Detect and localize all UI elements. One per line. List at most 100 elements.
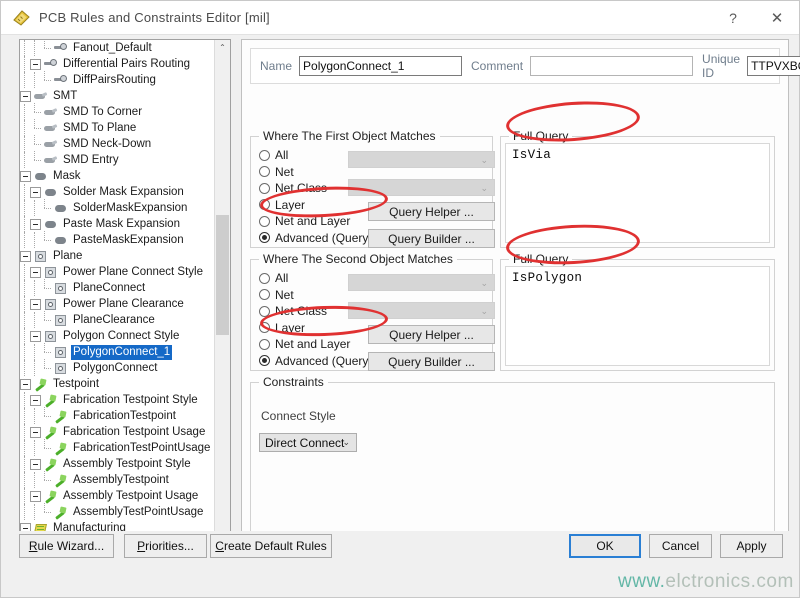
second-query-builder-button[interactable]: Query Builder ... (368, 352, 495, 371)
tree-expander-collapse-icon[interactable] (20, 248, 33, 264)
tree-expander-collapse-icon[interactable] (30, 296, 43, 312)
radio-label: Layer (275, 198, 305, 212)
tree-item-testpoint[interactable]: Testpoint (20, 376, 215, 392)
tree-indent-guide (20, 296, 30, 312)
tree-item-soldermaskexpansion[interactable]: SolderMaskExpansion (20, 200, 215, 216)
first-object-netclass-combo[interactable]: ⌄ (348, 179, 495, 196)
tree-expander-collapse-icon[interactable] (30, 424, 43, 440)
tree-expander-collapse-icon[interactable] (20, 168, 33, 184)
tree-expander-collapse-icon[interactable] (20, 376, 33, 392)
tree-item-smd-neck-down[interactable]: SMD Neck-Down (20, 136, 215, 152)
testpoint-icon (53, 474, 68, 487)
tree-expander-collapse-icon[interactable] (30, 216, 43, 232)
second-object-radio-advanced-query[interactable]: Advanced (Query) (259, 353, 372, 370)
tree-indent-guide (20, 504, 30, 520)
connect-style-value: Direct Connect (265, 436, 344, 450)
tree-item-assembly-testpoint-style[interactable]: Assembly Testpoint Style (20, 456, 215, 472)
tree-item-planeclearance[interactable]: PlaneClearance (20, 312, 215, 328)
first-object-net-combo[interactable]: ⌄ (348, 151, 495, 168)
tree-item-polygonconnect-1[interactable]: PolygonConnect_1 (20, 344, 215, 360)
tree-indent-guide (20, 200, 30, 216)
tree-item-assemblytestpoint[interactable]: AssemblyTestpoint (20, 472, 215, 488)
radio-dot-icon (259, 289, 270, 300)
tree-item-fabricationtestpointusage[interactable]: FabricationTestPointUsage (20, 440, 215, 456)
tree-item-plane[interactable]: Plane (20, 248, 215, 264)
constraints-legend: Constraints (259, 375, 328, 389)
first-object-radio-advanced-query[interactable]: Advanced (Query) (259, 230, 372, 247)
first-object-radio-layer[interactable]: Layer (259, 197, 372, 214)
tree-item-differential-pairs-routing[interactable]: Differential Pairs Routing (20, 56, 215, 72)
connect-style-select[interactable]: Direct Connect ⌄ (259, 433, 357, 452)
tree-item-fabrication-testpoint-usage[interactable]: Fabrication Testpoint Usage (20, 424, 215, 440)
tree-item-pastemaskexpansion[interactable]: PasteMaskExpansion (20, 232, 215, 248)
tree-indent-guide (20, 488, 30, 504)
ruler-icon (13, 10, 31, 26)
tree-item-smd-entry[interactable]: SMD Entry (20, 152, 215, 168)
tree-indent-guide (20, 440, 30, 456)
second-full-query-box[interactable]: IsPolygon (505, 266, 770, 366)
second-object-radio-layer[interactable]: Layer (259, 320, 372, 337)
tree-item-smt[interactable]: SMT (20, 88, 215, 104)
tree-item-smd-to-plane[interactable]: SMD To Plane (20, 120, 215, 136)
unique-id-input[interactable] (747, 56, 800, 76)
tree-expander-collapse-icon[interactable] (30, 184, 43, 200)
tree-expander-collapse-icon[interactable] (30, 264, 43, 280)
apply-button[interactable]: Apply (720, 534, 783, 558)
rules-tree[interactable]: Fanout_DefaultDifferential Pairs Routing… (20, 40, 215, 562)
tree-item-polygon-connect-style[interactable]: Polygon Connect Style (20, 328, 215, 344)
priorities-button[interactable]: Priorities... (124, 534, 207, 558)
tree-item-label: Polygon Connect Style (61, 329, 181, 344)
tree-item-label: SMT (51, 89, 79, 104)
first-object-radio-net-and-layer[interactable]: Net and Layer (259, 213, 372, 230)
first-full-query-box[interactable]: IsVia (505, 143, 770, 243)
tree-elbow-connector (40, 440, 53, 456)
tree-item-assembly-testpoint-usage[interactable]: Assembly Testpoint Usage (20, 488, 215, 504)
tree-item-solder-mask-expansion[interactable]: Solder Mask Expansion (20, 184, 215, 200)
create-default-rules-button[interactable]: Create Default Rules (210, 534, 332, 558)
tree-expander-collapse-icon[interactable] (30, 392, 43, 408)
close-button[interactable]: ✕ (755, 2, 799, 33)
tree-item-diffpairsrouting[interactable]: DiffPairsRouting (20, 72, 215, 88)
second-object-group: Where The Second Object Matches AllNetNe… (250, 259, 493, 371)
cancel-button[interactable]: Cancel (649, 534, 712, 558)
tree-elbow-connector (40, 408, 53, 424)
tree-item-fanout-default[interactable]: Fanout_Default (20, 40, 215, 56)
tree-indent-guide (30, 360, 40, 376)
tree-expander-collapse-icon[interactable] (30, 328, 43, 344)
help-button[interactable]: ? (711, 2, 755, 33)
tree-item-paste-mask-expansion[interactable]: Paste Mask Expansion (20, 216, 215, 232)
tree-indent-guide (20, 120, 30, 136)
tree-item-power-plane-clearance[interactable]: Power Plane Clearance (20, 296, 215, 312)
first-query-helper-button[interactable]: Query Helper ... (368, 202, 495, 221)
plane-icon (43, 266, 58, 279)
tree-item-power-plane-connect-style[interactable]: Power Plane Connect Style (20, 264, 215, 280)
tree-item-label: SolderMaskExpansion (71, 201, 189, 216)
tree-item-smd-to-corner[interactable]: SMD To Corner (20, 104, 215, 120)
radio-dot-icon (259, 322, 270, 333)
tree-item-assemblytestpointusage[interactable]: AssemblyTestPointUsage (20, 504, 215, 520)
tree-item-mask[interactable]: Mask (20, 168, 215, 184)
tree-item-fabricationtestpoint[interactable]: FabricationTestpoint (20, 408, 215, 424)
tree-item-polygonconnect[interactable]: PolygonConnect (20, 360, 215, 376)
tree-expander-collapse-icon[interactable] (30, 456, 43, 472)
tree-expander-collapse-icon[interactable] (30, 56, 43, 72)
rule-wizard-button[interactable]: Rule Wizard... (19, 534, 114, 558)
scroll-up-icon[interactable]: ⌃ (215, 40, 230, 55)
comment-input[interactable] (530, 56, 693, 76)
second-object-radio-net-and-layer[interactable]: Net and Layer (259, 336, 372, 353)
second-query-helper-button[interactable]: Query Helper ... (368, 325, 495, 344)
name-input[interactable] (299, 56, 462, 76)
second-object-net-combo[interactable]: ⌄ (348, 274, 495, 291)
second-object-netclass-combo[interactable]: ⌄ (348, 302, 495, 319)
tree-item-planeconnect[interactable]: PlaneConnect (20, 280, 215, 296)
tree-item-fabrication-testpoint-style[interactable]: Fabrication Testpoint Style (20, 392, 215, 408)
tree-expander-collapse-icon[interactable] (20, 88, 33, 104)
tree-scrollbar[interactable]: ⌃ ⌄ (214, 40, 230, 562)
radio-dot-icon (259, 232, 270, 243)
radio-label: Advanced (Query) (275, 231, 372, 245)
scrollbar-thumb[interactable] (216, 215, 229, 335)
second-full-query-group: Full Query IsPolygon (500, 259, 775, 371)
tree-expander-collapse-icon[interactable] (30, 488, 43, 504)
first-query-builder-button[interactable]: Query Builder ... (368, 229, 495, 248)
ok-button[interactable]: OK (569, 534, 641, 558)
